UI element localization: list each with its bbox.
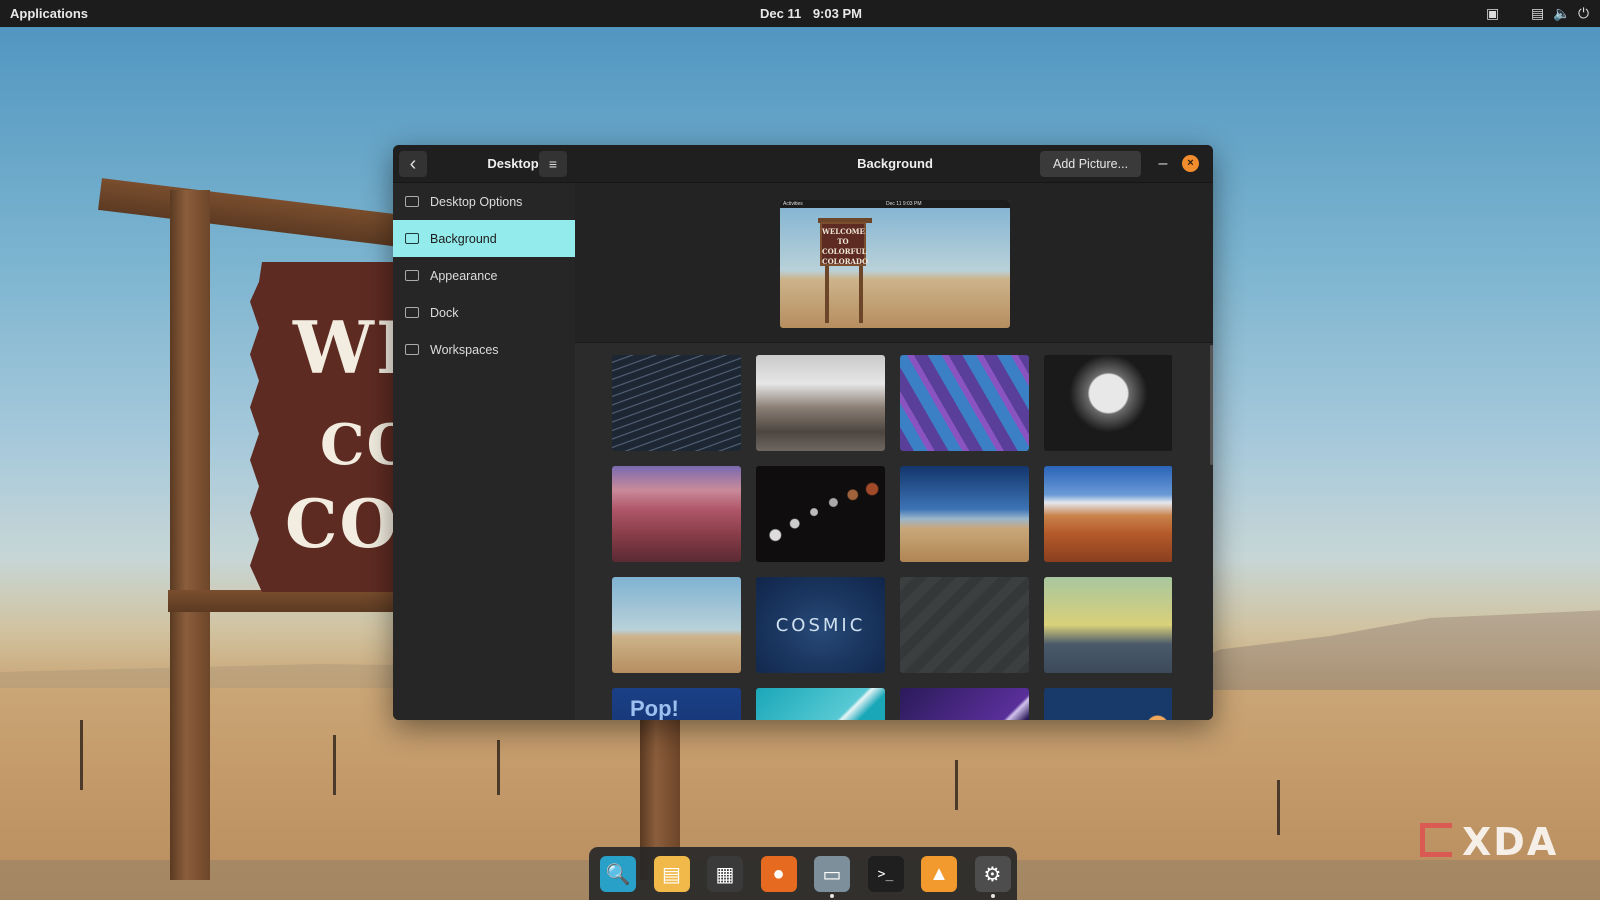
wallpaper-thumb-text: Pop! <box>630 696 679 720</box>
preview-clock-label: Dec 11 9:03 PM <box>886 201 922 207</box>
dock-workspaces-app-icon[interactable]: ▤ <box>653 856 690 892</box>
sidebar-item-dock[interactable]: Dock <box>393 294 575 331</box>
menu-button[interactable]: ≡ <box>539 151 567 177</box>
power-icon[interactable]: ⏻ <box>1578 5 1589 21</box>
settings-sidebar: Desktop Options Background Appearance Do… <box>393 183 575 720</box>
chevron-left-icon: ‹ <box>409 153 417 175</box>
wallpaper-thumb-chevrons[interactable] <box>900 577 1029 673</box>
dock-icon <box>405 307 419 318</box>
sidebar-item-background[interactable]: Background <box>393 220 575 257</box>
wallpaper-thumb-pop[interactable]: Pop! <box>612 688 741 720</box>
time-label: 9:03 PM <box>812 6 862 21</box>
workspaces-icon <box>405 344 419 355</box>
fence-post <box>497 740 500 795</box>
sidebar-item-label: Dock <box>430 305 459 320</box>
wallpaper-thumb-robot-city[interactable] <box>1044 577 1172 673</box>
date-label: Dec 11 <box>760 6 802 21</box>
fence-post <box>1277 780 1280 835</box>
volume-icon[interactable]: 🔈 <box>1553 5 1570 21</box>
wallpaper-thumb-snowy-mountains[interactable] <box>756 355 885 451</box>
sign-bottom-beam <box>168 590 400 612</box>
date-time-button[interactable]: Dec 11 9:03 PM <box>760 6 862 21</box>
dock: 🔍 ▤ ▦ ● ▭ >_ ▲ ⚙ <box>589 847 1017 900</box>
appearance-icon <box>405 270 419 281</box>
wallpaper-icon <box>405 233 419 244</box>
sidebar-item-appearance[interactable]: Appearance <box>393 257 575 294</box>
wallpaper-grid: COSMIC Pop! <box>612 355 1172 720</box>
back-button[interactable]: ‹ <box>399 151 427 177</box>
sidebar-item-label: Appearance <box>430 268 498 283</box>
wallpaper-thumb-radio-dish[interactable] <box>1044 355 1172 451</box>
wallpaper-thumb-text: COSMIC <box>775 614 866 636</box>
sidebar-item-label: Workspaces <box>430 342 499 357</box>
close-button[interactable]: × <box>1182 155 1199 172</box>
settings-window: ‹ Desktop ≡ Background Add Picture... – … <box>393 145 1213 720</box>
sidebar-item-label: Desktop Options <box>430 194 523 209</box>
dock-glyph: ▭ <box>822 863 842 886</box>
fence-post <box>333 735 336 795</box>
sidebar-item-label: Background <box>430 231 497 246</box>
display-icon[interactable]: ▣ <box>1486 5 1499 21</box>
dock-glyph: ● <box>772 862 785 885</box>
wallpaper-thumb-star-trails[interactable] <box>612 355 741 451</box>
page-title: Background <box>857 156 933 171</box>
sign-top-beam <box>98 178 400 247</box>
applications-button[interactable]: Applications <box>10 6 88 21</box>
dock-glyph: 🔍 <box>605 863 631 886</box>
dock-app-grid-icon[interactable]: ▦ <box>707 856 743 892</box>
preview-top-bar: Activities Dec 11 9:03 PM <box>780 200 1010 208</box>
wallpaper-thumb-teal-abstract[interactable] <box>756 688 885 720</box>
window-header: ‹ Desktop ≡ Background Add Picture... – … <box>393 145 1213 183</box>
dock-settings-icon[interactable]: ⚙ <box>974 856 1011 892</box>
wallpaper-thumb-lunar-eclipse[interactable] <box>756 466 885 562</box>
dock-pop-shop-icon[interactable]: ▲ <box>921 856 957 892</box>
wallpaper-thumb-planets[interactable] <box>1044 688 1172 720</box>
minimize-button[interactable]: – <box>1153 154 1173 174</box>
dock-glyph: ▤ <box>662 863 681 886</box>
xda-logo-mark <box>1420 823 1452 857</box>
preview-area: Activities Dec 11 9:03 PM WELCOME TO COL… <box>575 183 1213 343</box>
preview-activities-label: Activities <box>783 201 803 207</box>
running-indicator <box>990 894 995 898</box>
monitor-icon <box>405 196 419 207</box>
dock-glyph: >_ <box>877 866 894 882</box>
dock-firefox-icon[interactable]: ● <box>760 856 797 892</box>
dock-glyph: ⚙ <box>983 863 1002 886</box>
fence-post <box>955 760 958 810</box>
sign-left-post <box>170 190 210 880</box>
dock-search-app-icon[interactable]: 🔍 <box>600 856 636 892</box>
wallpaper-thumb-monument-valley[interactable] <box>1044 466 1172 562</box>
wallpaper-thumb-purple-abstract[interactable] <box>900 688 1029 720</box>
keyboard-icon[interactable]: ▤ <box>1531 5 1544 21</box>
background-content: Activities Dec 11 9:03 PM WELCOME TO COL… <box>575 183 1213 720</box>
wallpaper-thumb-canyon[interactable] <box>612 466 741 562</box>
xda-watermark: XDA <box>1462 820 1559 864</box>
fence-post <box>80 720 83 790</box>
add-picture-button[interactable]: Add Picture... <box>1040 151 1142 177</box>
sidebar-item-workspaces[interactable]: Workspaces <box>393 331 575 368</box>
preview-sign: WELCOME TO COLORFUL COLORADO <box>820 222 868 266</box>
hamburger-icon: ≡ <box>548 156 558 172</box>
top-panel: Applications Dec 11 9:03 PM ▣ ▤ 🔈 ⏻ <box>0 0 1600 27</box>
wallpaper-thumb-colorado-sign[interactable] <box>612 577 741 673</box>
dock-files-icon[interactable]: ▭ <box>814 856 850 892</box>
wallpaper-thumb-sand-dunes[interactable] <box>900 466 1029 562</box>
dock-glyph: ▦ <box>715 863 735 886</box>
content-scrollbar[interactable] <box>1210 345 1213 465</box>
wallpaper-thumb-cosmic[interactable]: COSMIC <box>756 577 885 673</box>
sidebar-item-desktop-options[interactable]: Desktop Options <box>393 183 575 220</box>
wallpaper-thumb-geodesic-dome[interactable] <box>900 355 1029 451</box>
dock-glyph: ▲ <box>929 862 949 885</box>
dock-terminal-icon[interactable]: >_ <box>867 856 904 892</box>
running-indicator <box>830 894 834 898</box>
background-preview: Activities Dec 11 9:03 PM WELCOME TO COL… <box>780 200 1010 328</box>
